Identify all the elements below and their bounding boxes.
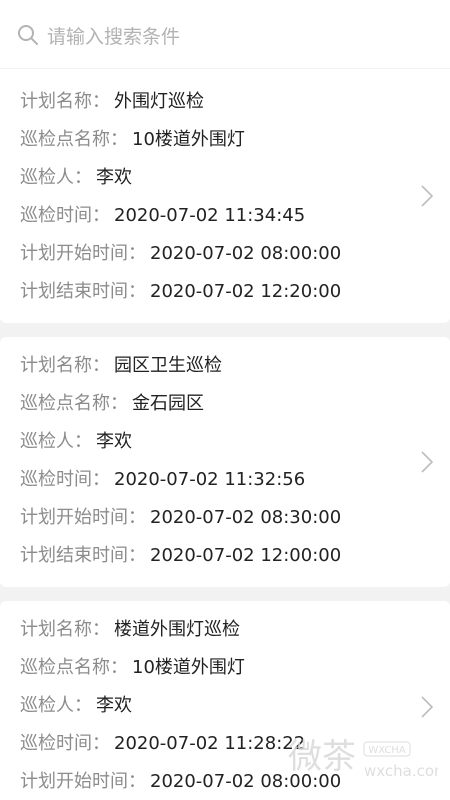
chevron-right-icon (420, 184, 434, 208)
inspection-time-value: 2020-07-02 11:32:56 (114, 469, 306, 490)
plan-end-time-row: 计划结束时间： 2020-07-02 12:00:00 (20, 537, 450, 575)
search-area: 请输入搜索条件 (0, 0, 450, 68)
inspector-row: 巡检人： 李欢 (20, 159, 450, 197)
inspector-value: 李欢 (96, 695, 132, 716)
inspection-time-row: 巡检时间： 2020-07-02 11:34:45 (20, 197, 450, 235)
search-input[interactable]: 请输入搜索条件 (47, 22, 180, 49)
chevron-right-icon (420, 450, 434, 474)
plan-name-value: 外围灯巡检 (114, 91, 204, 112)
plan-name-label: 计划名称： (20, 619, 110, 640)
record-card[interactable]: 计划名称： 园区卫生巡检 巡检点名称： 金石园区 巡检人： 李欢 巡检时间： 2020-… (0, 337, 450, 587)
inspection-time-label: 巡检时间： (20, 205, 110, 226)
record-list: 计划名称： 外围灯巡检 巡检点名称： 10楼道外围灯 巡检人： 李欢 巡检时间： 202… (0, 69, 450, 800)
plan-name-label: 计划名称： (20, 91, 110, 112)
plan-end-time-label: 计划结束时间： (20, 281, 146, 302)
inspection-time-row: 巡检时间： 2020-07-02 11:32:56 (20, 461, 450, 499)
checkpoint-name-label: 巡检点名称： (20, 657, 128, 678)
chevron-right-icon (420, 695, 434, 719)
checkpoint-name-row: 巡检点名称： 金石园区 (20, 385, 450, 423)
plan-end-time-value: 2020-07-02 12:00:00 (150, 545, 342, 566)
plan-start-time-label: 计划开始时间： (20, 243, 146, 264)
inspector-value: 李欢 (96, 431, 132, 452)
checkpoint-name-row: 巡检点名称： 10楼道外围灯 (20, 649, 450, 687)
plan-name-label: 计划名称： (20, 355, 110, 376)
inspection-record-page: 请输入搜索条件 计划名称： 外围灯巡检 巡检点名称： 10楼道外围灯 巡检人： 李欢 … (0, 0, 450, 800)
checkpoint-name-value: 10楼道外围灯 (132, 129, 245, 150)
inspector-label: 巡检人： (20, 431, 92, 452)
checkpoint-name-row: 巡检点名称： 10楼道外围灯 (20, 121, 450, 159)
plan-end-time-value: 2020-07-02 12:20:00 (150, 281, 342, 302)
plan-name-row: 计划名称： 楼道外围灯巡检 (20, 611, 450, 649)
watermark-logo: 微茶 WXCHA wxcha.com (288, 734, 449, 786)
plan-start-time-row: 计划开始时间： 2020-07-02 08:00:00 (20, 235, 450, 273)
search-bar[interactable]: 请输入搜索条件 (0, 8, 450, 62)
plan-start-time-label: 计划开始时间： (20, 771, 146, 792)
inspector-label: 巡检人： (20, 695, 92, 716)
inspector-label: 巡检人： (20, 167, 92, 188)
watermark-domain: wxcha.com (364, 762, 438, 780)
plan-name-value: 楼道外围灯巡检 (114, 619, 240, 640)
plan-start-time-value: 2020-07-02 08:00:00 (150, 243, 342, 264)
plan-name-value: 园区卫生巡检 (114, 355, 222, 376)
checkpoint-name-value: 10楼道外围灯 (132, 657, 245, 678)
inspection-time-label: 巡检时间： (20, 733, 110, 754)
plan-start-time-row: 计划开始时间： 2020-07-02 08:30:00 (20, 499, 450, 537)
inspector-value: 李欢 (96, 167, 132, 188)
watermark-sub-text: WXCHA (368, 745, 406, 756)
inspector-row: 巡检人： 李欢 (20, 687, 450, 725)
checkpoint-name-value: 金石园区 (132, 393, 204, 414)
inspector-row: 巡检人： 李欢 (20, 423, 450, 461)
plan-end-time-label: 计划结束时间： (20, 545, 146, 566)
watermark-text: 微茶 (288, 737, 356, 777)
search-icon (17, 24, 39, 46)
plan-name-row: 计划名称： 园区卫生巡检 (20, 347, 450, 385)
record-card[interactable]: 计划名称： 外围灯巡检 巡检点名称： 10楼道外围灯 巡检人： 李欢 巡检时间： 202… (0, 69, 450, 323)
plan-start-time-label: 计划开始时间： (20, 507, 146, 528)
plan-end-time-row: 计划结束时间： 2020-07-02 12:20:00 (20, 273, 450, 311)
plan-name-row: 计划名称： 外围灯巡检 (20, 83, 450, 121)
checkpoint-name-label: 巡检点名称： (20, 129, 128, 150)
inspection-time-label: 巡检时间： (20, 469, 110, 490)
inspection-time-value: 2020-07-02 11:34:45 (114, 205, 306, 226)
checkpoint-name-label: 巡检点名称： (20, 393, 128, 414)
inspection-time-value: 2020-07-02 11:28:22 (114, 733, 306, 754)
plan-start-time-value: 2020-07-02 08:30:00 (150, 507, 342, 528)
